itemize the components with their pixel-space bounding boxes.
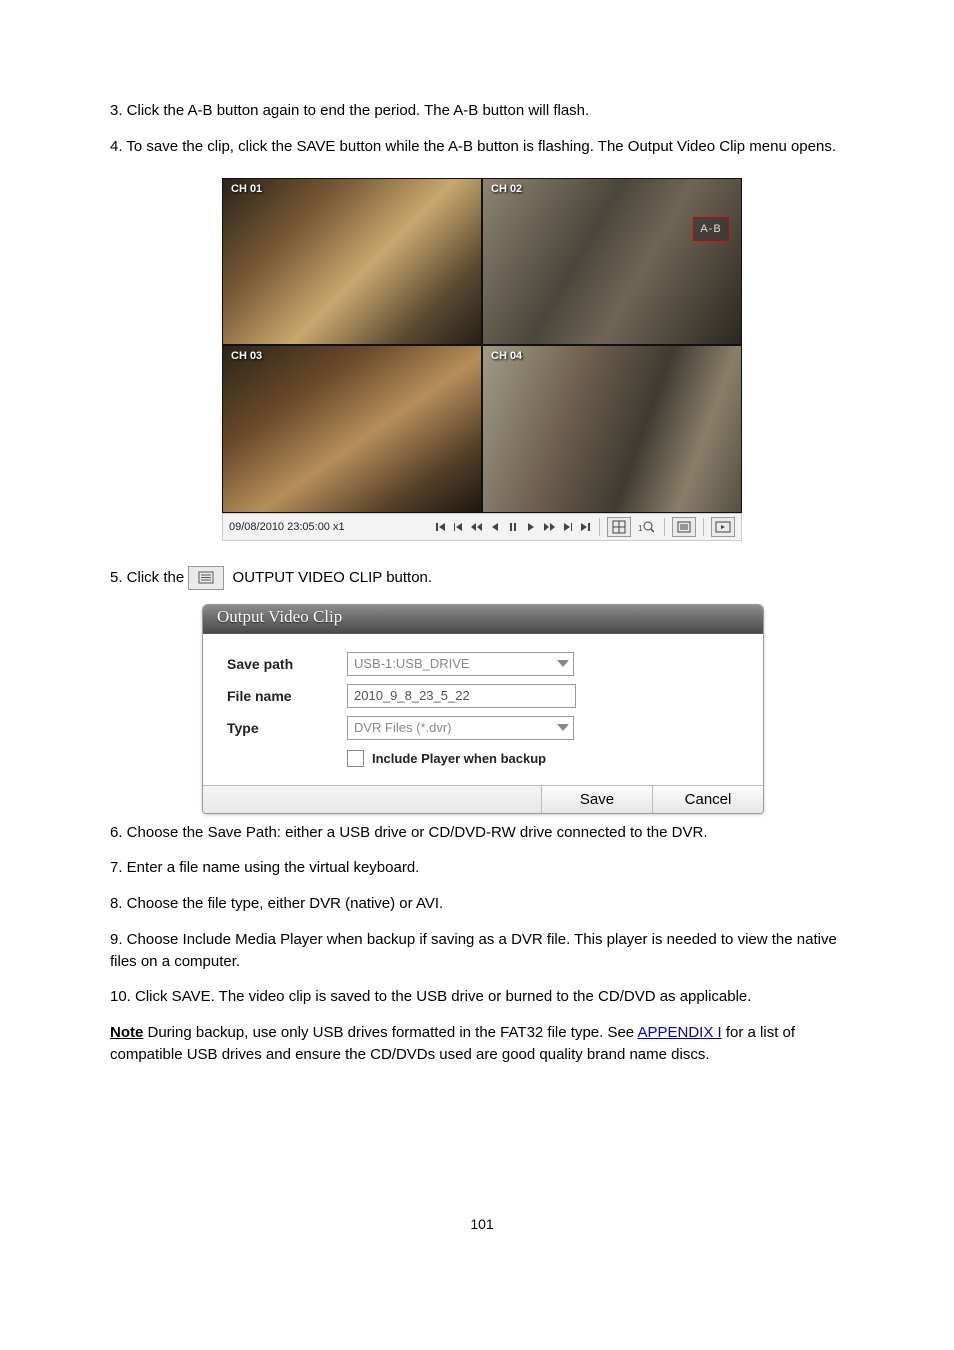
chevron-down-icon bbox=[557, 724, 569, 731]
svg-text:1: 1 bbox=[638, 524, 643, 533]
step-8: 8. Choose the file type, either DVR (nat… bbox=[110, 893, 854, 915]
zoom-icon[interactable]: 1 bbox=[635, 518, 657, 536]
fast-forward-icon[interactable] bbox=[542, 520, 556, 534]
skip-end-icon[interactable] bbox=[578, 520, 592, 534]
grid-view-icon[interactable] bbox=[607, 517, 631, 537]
channel-label: CH 04 bbox=[491, 350, 522, 362]
rewind-icon[interactable] bbox=[470, 520, 484, 534]
video-cell-ch03: CH 03 bbox=[222, 345, 482, 513]
appendix-link[interactable]: APPENDIX I bbox=[638, 1024, 722, 1041]
divider bbox=[664, 518, 665, 536]
step-back-icon[interactable] bbox=[452, 520, 466, 534]
include-player-checkbox[interactable] bbox=[347, 750, 364, 767]
save-path-label: Save path bbox=[227, 656, 347, 672]
video-cell-ch04: CH 04 bbox=[482, 345, 742, 513]
dialog-title: Output Video Clip bbox=[203, 605, 763, 634]
cancel-button[interactable]: Cancel bbox=[652, 786, 763, 813]
page-number: 101 bbox=[110, 1216, 854, 1232]
channel-label: CH 01 bbox=[231, 183, 262, 195]
video-player-figure: CH 01 CH 02 A-B CH 03 CH 04 09/08/2010 2… bbox=[222, 178, 742, 541]
divider bbox=[703, 518, 704, 536]
step-9: 9. Choose Include Media Player when back… bbox=[110, 929, 854, 973]
save-path-select[interactable]: USB-1:USB_DRIVE bbox=[347, 652, 574, 676]
play-icon[interactable] bbox=[524, 520, 538, 534]
divider bbox=[599, 518, 600, 536]
include-player-label: Include Player when backup bbox=[372, 751, 546, 766]
step-7: 7. Enter a file name using the virtual k… bbox=[110, 857, 854, 879]
playback-timestamp: 09/08/2010 23:05:00 x1 bbox=[229, 521, 345, 533]
output-clip-icon[interactable] bbox=[711, 517, 735, 537]
chevron-down-icon bbox=[557, 660, 569, 667]
player-controlbar: 09/08/2010 23:05:00 x1 bbox=[222, 513, 742, 541]
note-paragraph: Note During backup, use only USB drives … bbox=[110, 1022, 854, 1066]
file-name-input[interactable] bbox=[347, 684, 576, 708]
step-4: 4. To save the clip, click the SAVE butt… bbox=[110, 136, 854, 158]
pause-icon[interactable] bbox=[506, 520, 520, 534]
step-10: 10. Click SAVE. The video clip is saved … bbox=[110, 986, 854, 1008]
video-cell-ch01: CH 01 bbox=[222, 178, 482, 346]
step-3: 3. Click the A-B button again to end the… bbox=[110, 100, 854, 122]
skip-start-icon[interactable] bbox=[434, 520, 448, 534]
channel-label: CH 03 bbox=[231, 350, 262, 362]
play-reverse-icon[interactable] bbox=[488, 520, 502, 534]
file-name-label: File name bbox=[227, 688, 347, 704]
output-video-clip-dialog-figure: Output Video Clip Save path USB-1:USB_DR… bbox=[202, 604, 762, 814]
type-select[interactable]: DVR Files (*.dvr) bbox=[347, 716, 574, 740]
note-label: Note bbox=[110, 1024, 143, 1041]
step-forward-icon[interactable] bbox=[560, 520, 574, 534]
step-5: 5. Click the OUTPUT VIDEO CLIP button. bbox=[110, 566, 854, 590]
channel-label: CH 02 bbox=[491, 183, 522, 195]
save-button[interactable]: Save bbox=[541, 786, 652, 813]
step-6: 6. Choose the Save Path: either a USB dr… bbox=[110, 822, 854, 844]
inline-list-icon bbox=[188, 566, 224, 590]
list-icon[interactable] bbox=[672, 517, 696, 537]
video-cell-ch02: CH 02 A-B bbox=[482, 178, 742, 346]
type-label: Type bbox=[227, 720, 347, 736]
ab-button[interactable]: A-B bbox=[693, 217, 729, 241]
